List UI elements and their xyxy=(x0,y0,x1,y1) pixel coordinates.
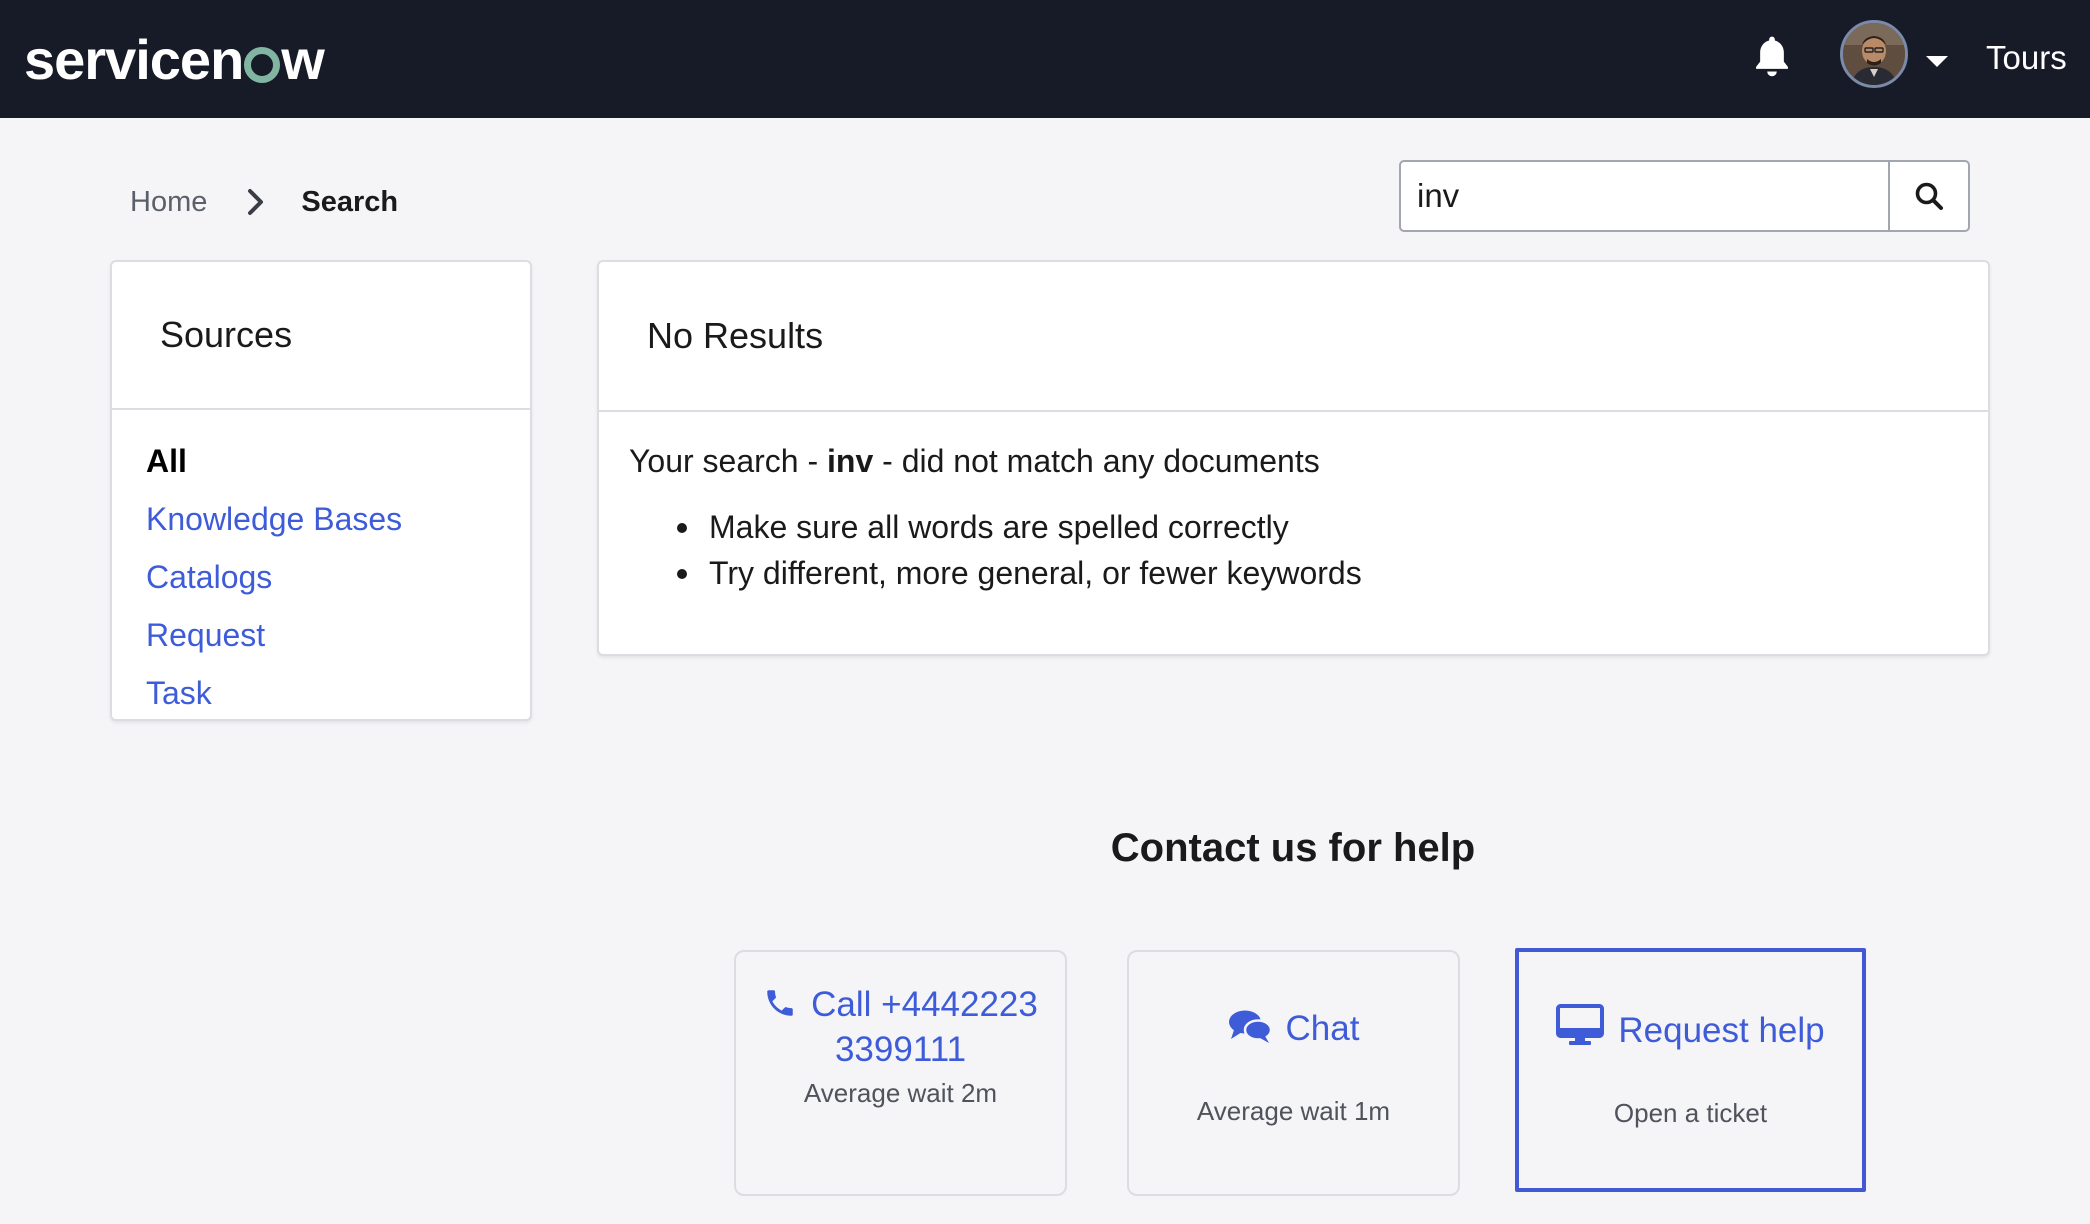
source-item-catalogs[interactable]: Catalogs xyxy=(146,548,530,606)
search-button[interactable] xyxy=(1888,162,1968,230)
search-tip: Make sure all words are spelled correctl… xyxy=(677,504,1988,550)
breadcrumb-home-link[interactable]: Home xyxy=(130,186,207,219)
source-item-request[interactable]: Request xyxy=(146,606,530,664)
breadcrumb: Home Search xyxy=(130,180,398,224)
search-tips-list: Make sure all words are spelled correctl… xyxy=(629,504,1988,596)
call-card[interactable]: Call +44422233399111 Average wait 2m xyxy=(734,950,1067,1196)
search-box xyxy=(1399,160,1970,232)
request-help-sub: Open a ticket xyxy=(1613,1098,1768,1128)
results-title: No Results xyxy=(599,262,1988,412)
tours-link[interactable]: Tours xyxy=(1986,36,2067,80)
chat-label: Chat xyxy=(1129,1006,1458,1051)
phone-icon xyxy=(767,990,793,1016)
request-help-card[interactable]: Request help Open a ticket xyxy=(1515,948,1866,1192)
logo-o-mark xyxy=(244,47,281,83)
chevron-down-icon[interactable] xyxy=(1926,56,1948,67)
source-item-all[interactable]: All xyxy=(146,432,530,490)
user-avatar[interactable] xyxy=(1840,20,1908,88)
search-icon xyxy=(1915,182,1943,210)
search-input[interactable] xyxy=(1401,162,1888,230)
avatar-image xyxy=(1843,23,1905,85)
sources-list: All Knowledge Bases Catalogs Request Tas… xyxy=(112,410,530,722)
call-label: Call +44422233399111 xyxy=(736,982,1065,1072)
source-item-task[interactable]: Task xyxy=(146,664,530,722)
top-navigation-bar: servicen w Tours xyxy=(0,0,2090,118)
servicenow-logo[interactable]: servicen w xyxy=(24,28,325,92)
chat-wait: Average wait 1m xyxy=(1196,1096,1391,1126)
sources-panel: Sources All Knowledge Bases Catalogs Req… xyxy=(110,260,532,721)
chat-icon xyxy=(1228,1010,1272,1043)
chat-card[interactable]: Chat Average wait 1m xyxy=(1127,950,1460,1196)
results-panel: No Results Your search - inv - did not m… xyxy=(597,260,1990,656)
results-body: Your search - inv - did not match any do… xyxy=(599,412,1988,596)
chevron-right-icon xyxy=(248,189,264,215)
bell-icon[interactable] xyxy=(1750,34,1794,80)
contact-title: Contact us for help xyxy=(1110,826,1476,870)
sources-title: Sources xyxy=(112,262,530,410)
search-tip: Try different, more general, or fewer ke… xyxy=(677,550,1988,596)
source-item-knowledge-bases[interactable]: Knowledge Bases xyxy=(146,490,530,548)
no-match-message: Your search - inv - did not match any do… xyxy=(629,443,1320,479)
search-term: inv xyxy=(827,443,874,479)
breadcrumb-current: Search xyxy=(301,185,399,218)
monitor-icon xyxy=(1556,1004,1605,1045)
request-help-label: Request help xyxy=(1519,1004,1862,1053)
call-wait: Average wait 2m xyxy=(803,1078,998,1108)
